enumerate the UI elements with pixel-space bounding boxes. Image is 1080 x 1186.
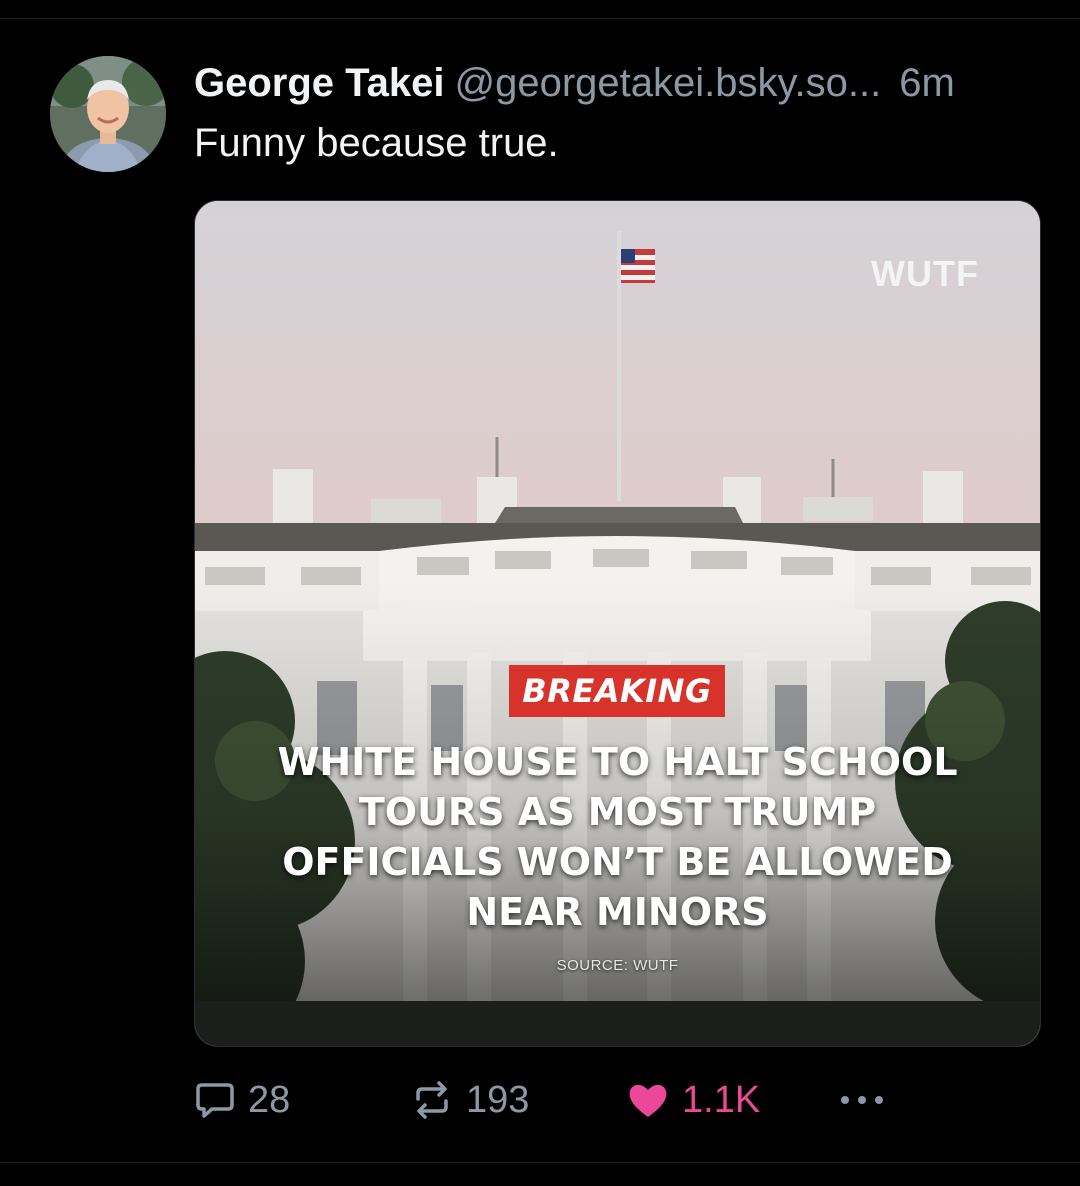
reply-button[interactable]: 28 xyxy=(194,1072,290,1128)
ellipsis-icon xyxy=(836,1090,888,1110)
repost-button[interactable]: 193 xyxy=(410,1072,529,1128)
post-image[interactable]: WUTF BREAKING WHITE HOUSE TO HALT SCHOOL… xyxy=(194,200,1041,1047)
image-source: SOURCE: WUTF xyxy=(556,957,679,974)
reply-count: 28 xyxy=(248,1078,291,1121)
comment-bubble-icon xyxy=(194,1079,236,1121)
post[interactable]: George Takei @georgetakei.bsky.so... 6m Fu… xyxy=(0,0,1080,1186)
post-timestamp[interactable]: 6m xyxy=(899,61,955,105)
heart-icon xyxy=(626,1079,670,1121)
more-options-button[interactable] xyxy=(836,1072,888,1128)
like-count: 1.1K xyxy=(682,1078,761,1121)
author-avatar[interactable] xyxy=(50,56,166,172)
breaking-badge: BREAKING xyxy=(509,665,725,717)
author-handle[interactable]: @georgetakei.bsky.so... xyxy=(454,61,881,105)
post-actions: 28 193 1.1K xyxy=(0,1072,1080,1128)
author-display-name[interactable]: George Takei xyxy=(194,61,444,105)
like-button[interactable]: 1.1K xyxy=(626,1072,760,1128)
avatar-image xyxy=(50,56,166,172)
post-header: George Takei @georgetakei.bsky.so... 6m xyxy=(194,58,1044,108)
post-text: Funny because true. xyxy=(194,121,559,165)
watermark: WUTF xyxy=(871,253,979,294)
image-headline: WHITE HOUSE TO HALT SCHOOL TOURS AS MOST… xyxy=(277,740,958,934)
repost-count: 193 xyxy=(466,1078,530,1121)
bottom-divider xyxy=(0,1162,1080,1163)
repost-arrows-icon xyxy=(410,1079,454,1121)
